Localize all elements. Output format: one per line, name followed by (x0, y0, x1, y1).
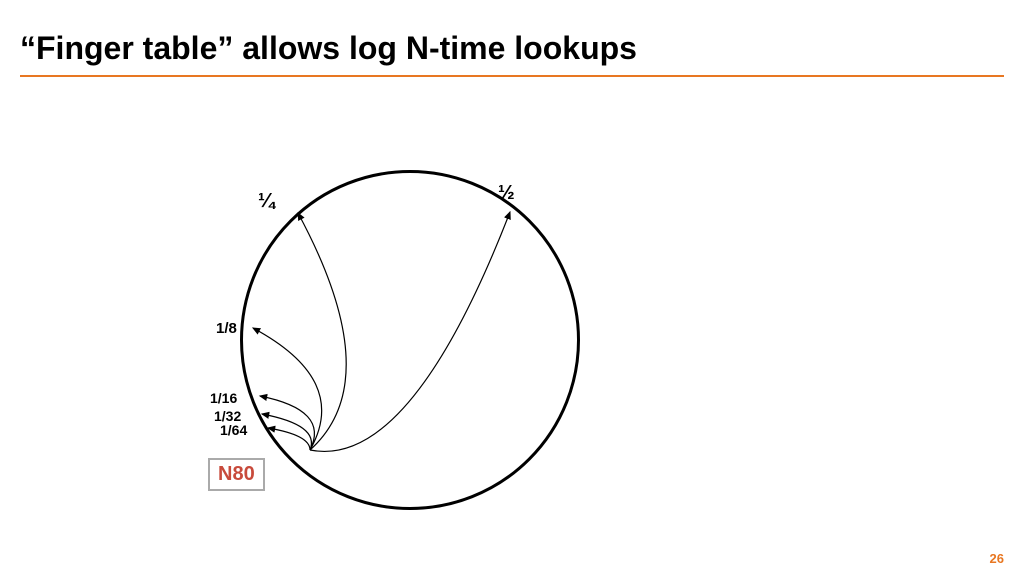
slide-title: “Finger table” allows log N-time lookups (0, 0, 1024, 75)
title-underline (20, 75, 1004, 77)
page-number: 26 (990, 551, 1004, 566)
fraction-label-sixtyfour: 1/64 (220, 422, 247, 438)
fraction-label-half: ½ (498, 182, 515, 205)
finger-table-diagram: ½ ¼ 1/8 1/16 1/32 1/64 N80 (180, 150, 600, 550)
fraction-label-quarter: ¼ (258, 190, 275, 213)
origin-node: N80 (208, 458, 265, 491)
origin-node-label: N80 (218, 463, 255, 485)
fraction-label-eighth: 1/8 (216, 320, 237, 337)
fraction-label-sixteenth: 1/16 (210, 390, 237, 406)
